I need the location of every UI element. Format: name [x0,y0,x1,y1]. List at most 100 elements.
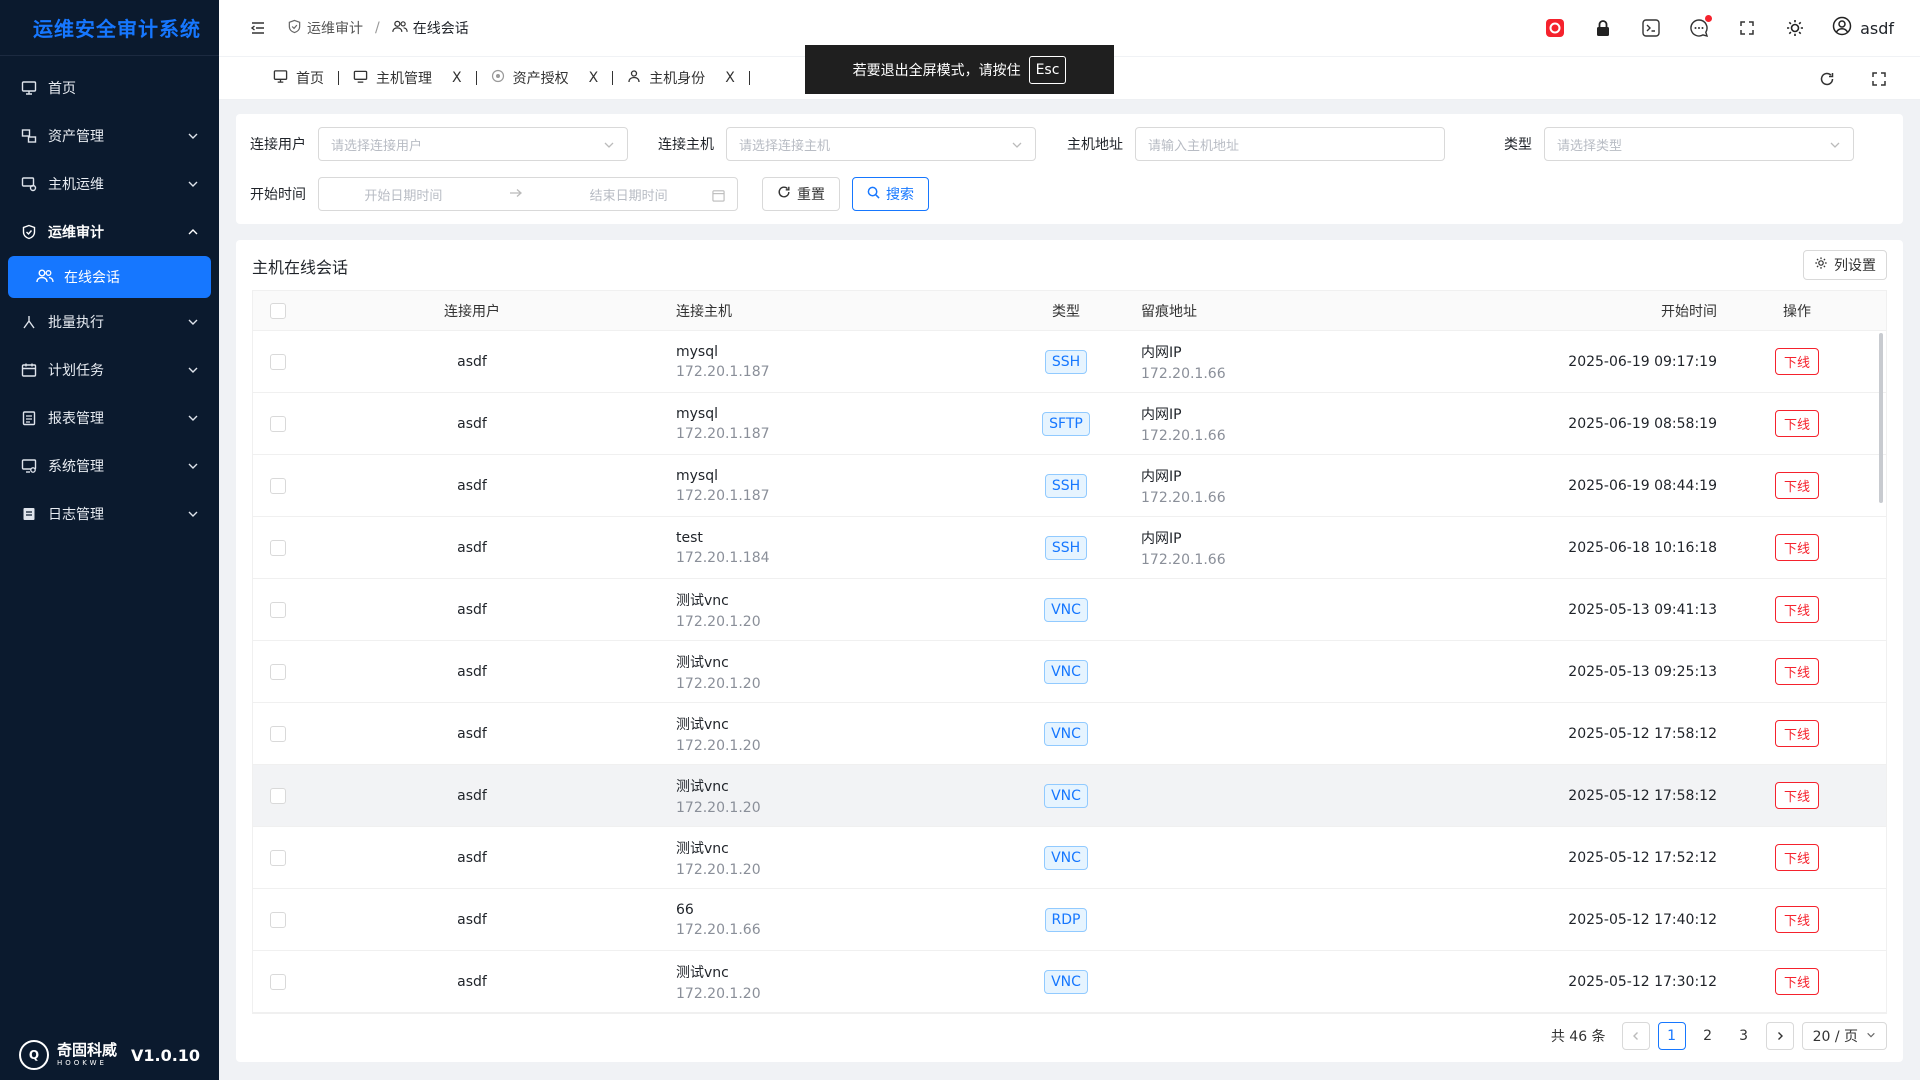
row-checkbox[interactable] [270,973,286,990]
cell-actions: 下线 [1727,472,1867,499]
tab-close-icon[interactable]: X [725,70,735,86]
protocol-tag: SSH [1044,473,1088,498]
table-scrollbar[interactable] [1879,333,1883,503]
cell-start-time: 2025-05-12 17:40:12 [1568,911,1717,928]
offline-button[interactable]: 下线 [1774,844,1819,871]
search-button[interactable]: 搜索 [852,177,929,211]
terminal-icon[interactable] [1640,17,1662,39]
row-checkbox[interactable] [270,787,286,804]
address-input[interactable]: 请输入主机地址 [1135,127,1445,161]
column-settings-button[interactable]: 列设置 [1803,250,1887,280]
tab-close-icon[interactable]: X [589,70,599,86]
row-checkbox[interactable] [270,849,286,866]
host-ip: 172.20.1.20 [676,737,761,754]
lock-icon[interactable] [1592,17,1614,39]
offline-button[interactable]: 下线 [1774,596,1819,623]
host-filter-label: 连接主机 [658,137,714,153]
sidebar-item-home[interactable]: 首页 [0,64,219,112]
offline-button[interactable]: 下线 [1774,968,1819,995]
record-app-icon[interactable] [1544,17,1566,39]
cell-host: 测试vnc 172.20.1.20 [641,590,1001,630]
sidebar-item-system[interactable]: 系统管理 [0,442,219,490]
user-select[interactable]: 请选择连接用户 [318,127,628,161]
page-size-select[interactable]: 20 / 页 [1801,1022,1887,1050]
sidebar-item-online-sessions[interactable]: 在线会话 [8,256,211,298]
row-checkbox[interactable] [270,353,286,370]
offline-button[interactable]: 下线 [1774,906,1819,933]
table-row: asdf 测试vnc 172.20.1.20 VNC 2025-05-12 17:30:… [253,951,1886,1013]
app-version: V1.0.10 [130,1045,201,1065]
tab-host-management[interactable]: 主机管理 X [339,57,476,100]
reset-button[interactable]: 重置 [762,177,840,211]
row-checkbox[interactable] [270,663,286,680]
cell-host: 测试vnc 172.20.1.20 [641,962,1001,1002]
chevron-down-icon [187,316,199,328]
offline-button[interactable]: 下线 [1774,720,1819,747]
theme-sun-icon[interactable] [1784,17,1806,39]
sidebar-item-batch[interactable]: 批量执行 [0,298,219,346]
host-select[interactable]: 请选择连接主机 [726,127,1036,161]
page-3-button[interactable]: 3 [1730,1022,1758,1050]
offline-button[interactable]: 下线 [1774,410,1819,437]
brand-name: 奇固科威 [56,1041,117,1059]
sidebar-item-audit[interactable]: 运维审计 [0,208,219,256]
cell-user: asdf [457,353,487,370]
report-icon [20,409,38,427]
tab-asset-authorization[interactable]: 资产授权 X [477,57,613,100]
offline-button[interactable]: 下线 [1774,472,1819,499]
tab-label: 资产授权 [512,71,569,87]
row-checkbox[interactable] [270,725,286,742]
tab-host-identity[interactable]: 主机身份 X [613,57,749,100]
table-row: asdf test 172.20.1.184 SSH 内网IP 172.20.1.66 20… [253,517,1886,579]
tab-home[interactable]: 首页 [259,57,338,100]
type-select[interactable]: 请选择类型 [1544,127,1854,161]
offline-button[interactable]: 下线 [1774,348,1819,375]
message-icon[interactable] [1688,15,1713,39]
prev-page-button[interactable] [1621,1022,1650,1050]
row-checkbox[interactable] [270,477,286,494]
cell-type: SFTP [1001,411,1131,436]
user-menu[interactable]: asdf [1832,16,1894,40]
sidebar-item-label: 报表管理 [48,411,104,427]
sidebar-item-label: 批量执行 [48,315,104,331]
menu-fold-icon[interactable] [247,17,269,39]
cell-type: VNC [1001,783,1131,808]
sidebar-item-label: 首页 [48,81,76,97]
host-ip: 172.20.1.66 [676,921,761,938]
refresh-icon[interactable] [1816,68,1838,90]
row-checkbox[interactable] [270,539,286,556]
monitor-icon [273,69,288,88]
date-range-picker[interactable]: 开始日期时间 结束日期时间 [318,177,738,211]
sidebar: 运维安全审计系统 首页 资产管理 主机运维 运维审计 在线会话 批量执行 计划任… [0,0,219,1080]
sidebar-item-reports[interactable]: 报表管理 [0,394,219,442]
offline-button[interactable]: 下线 [1774,782,1819,809]
next-page-button[interactable] [1765,1022,1794,1050]
page-1-button[interactable]: 1 [1657,1022,1686,1050]
row-checkbox[interactable] [270,415,286,432]
host-name: 测试vnc [676,964,729,981]
breadcrumb-label: 运维审计 [307,21,363,37]
table-row: asdf 测试vnc 172.20.1.20 VNC 2025-05-12 17:52:… [253,827,1886,889]
breadcrumb-item[interactable]: 运维审计 [287,18,363,38]
table-header: 连接用户 连接主机 类型 留痕地址 开始时间 操作 [253,291,1886,331]
row-checkbox[interactable] [270,911,286,928]
select-all-checkbox[interactable] [270,302,286,319]
fullscreen-icon[interactable] [1736,17,1758,39]
sidebar-item-assets[interactable]: 资产管理 [0,112,219,160]
tab-close-icon[interactable]: X [452,70,462,86]
offline-button[interactable]: 下线 [1774,534,1819,561]
table-row: asdf 测试vnc 172.20.1.20 VNC 2025-05-13 09:41:… [253,579,1886,641]
protocol-tag: VNC [1044,969,1088,994]
row-checkbox[interactable] [270,601,286,618]
sidebar-item-host-ops[interactable]: 主机运维 [0,160,219,208]
cell-start-time: 2025-05-13 09:41:13 [1568,601,1717,618]
sidebar-item-schedule[interactable]: 计划任务 [0,346,219,394]
end-date-placeholder[interactable]: 结束日期时间 [590,185,668,204]
cell-user: asdf [457,849,487,866]
offline-button[interactable]: 下线 [1774,658,1819,685]
sidebar-item-logs[interactable]: 日志管理 [0,490,219,538]
fullscreen-icon[interactable] [1868,68,1890,90]
address-label: 内网IP [1141,406,1182,423]
page-2-button[interactable]: 2 [1694,1022,1722,1050]
start-date-placeholder[interactable]: 开始日期时间 [364,185,442,204]
